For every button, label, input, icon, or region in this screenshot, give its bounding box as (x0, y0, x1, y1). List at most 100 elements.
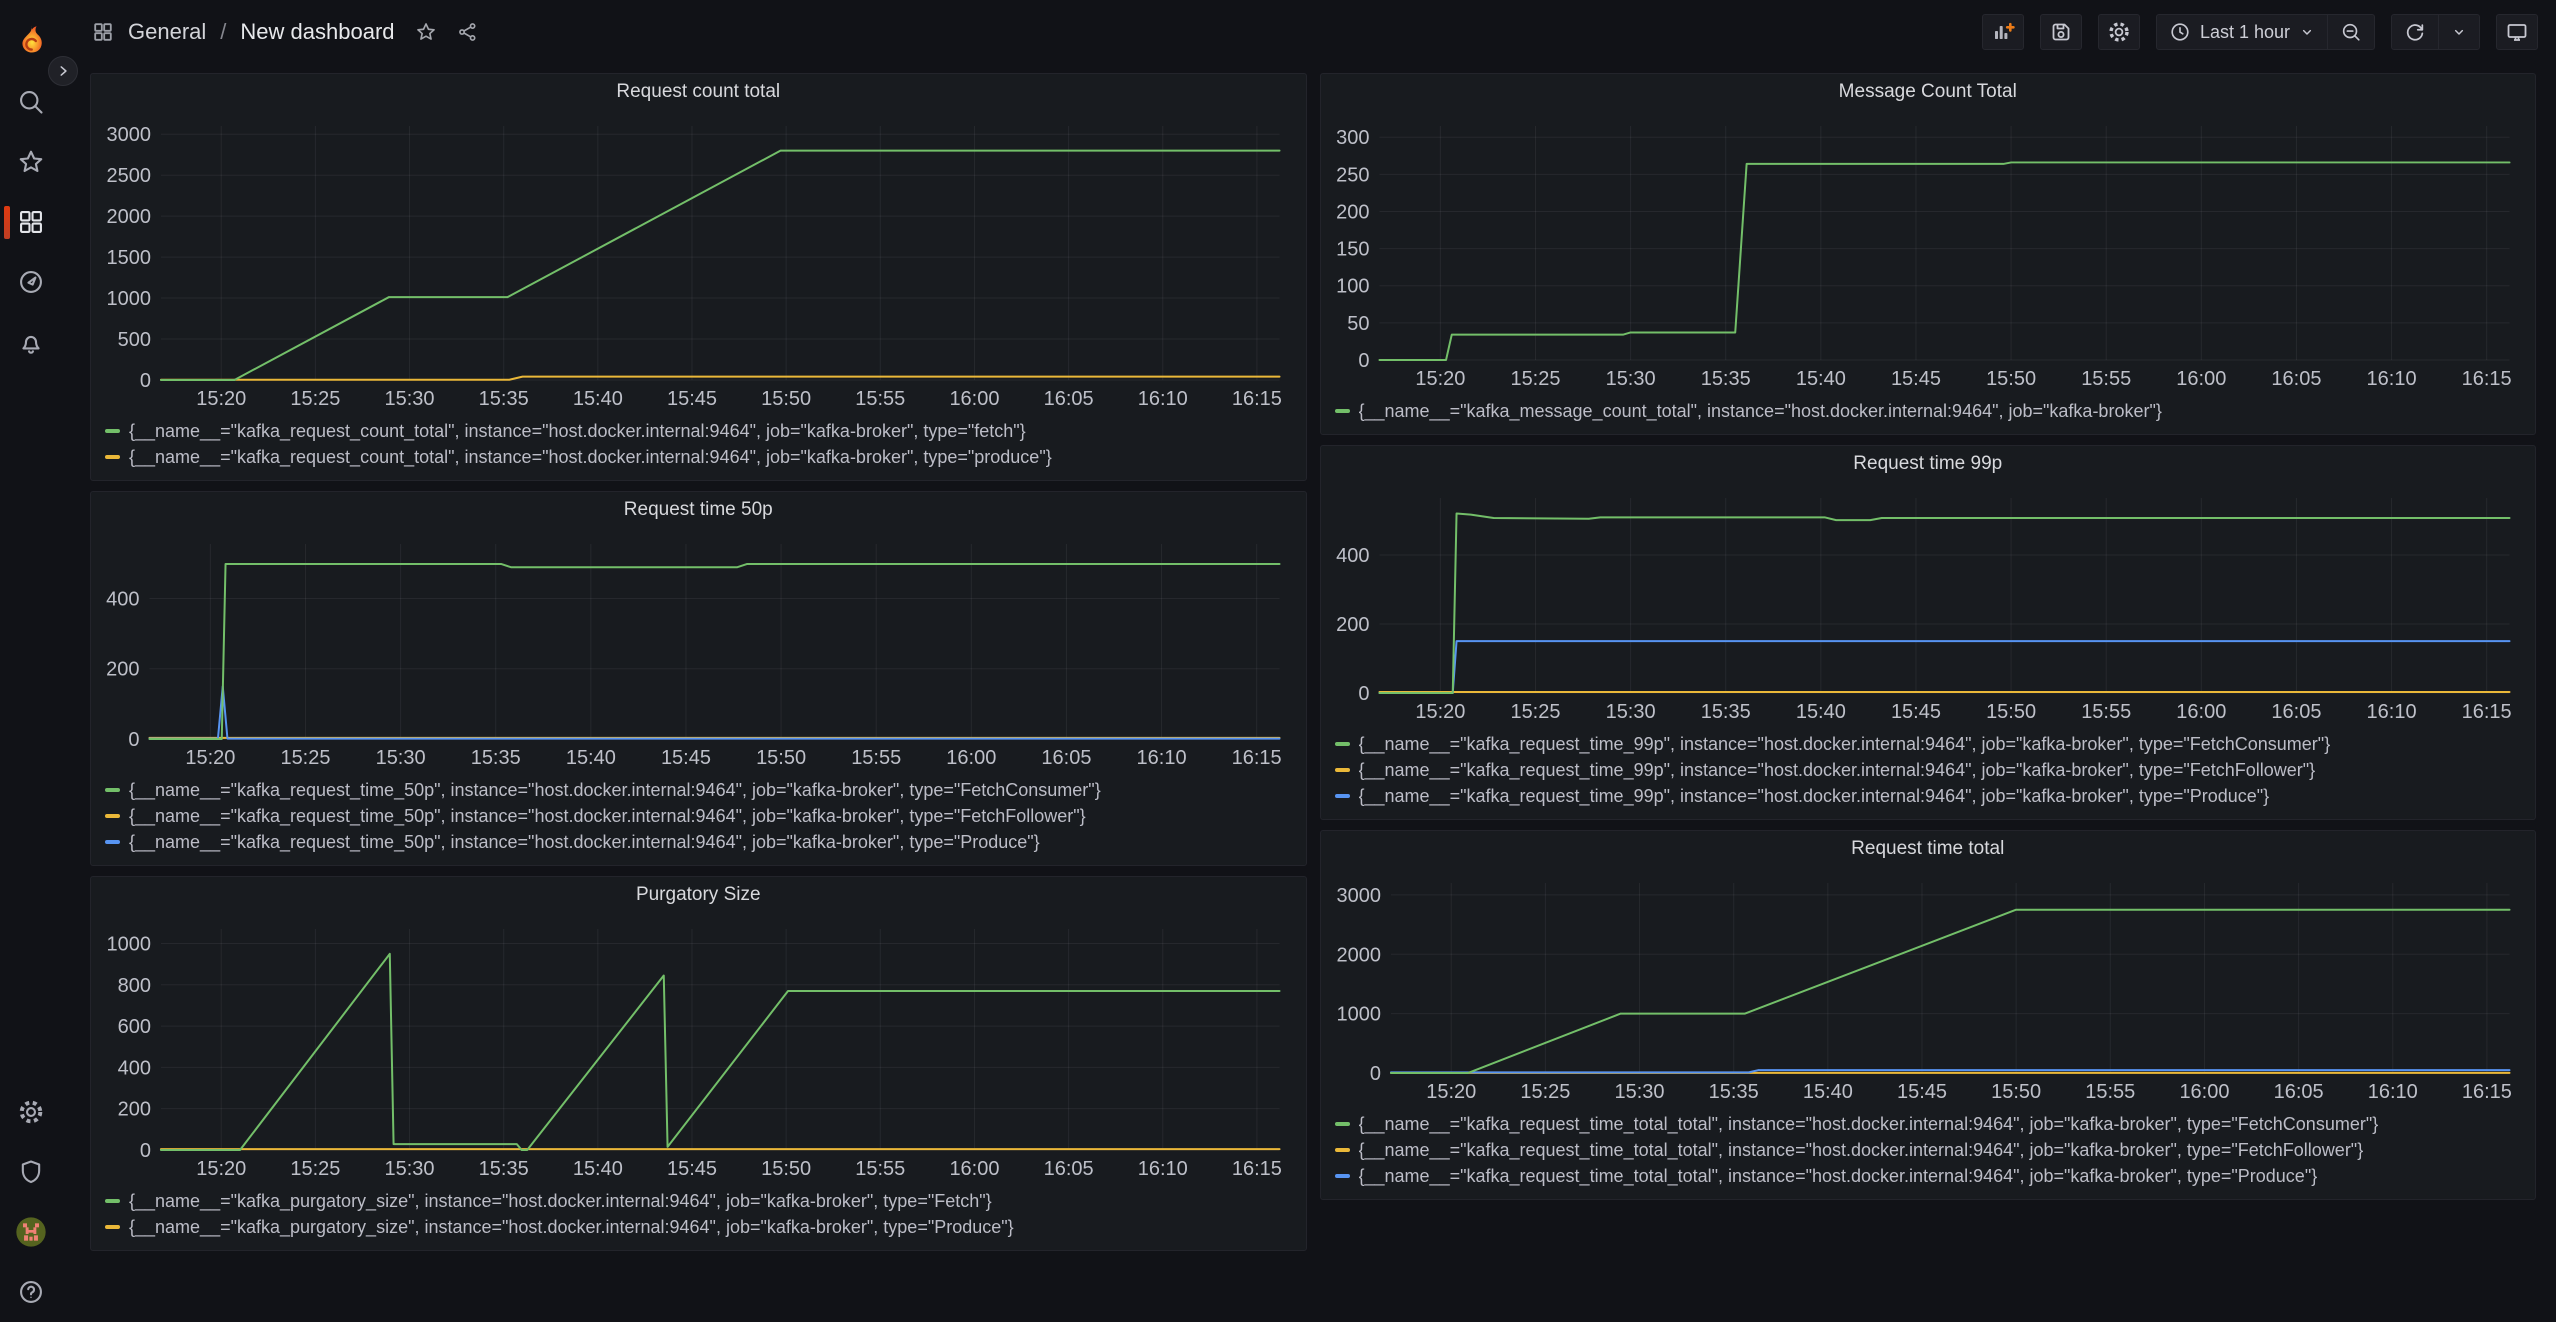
svg-text:200: 200 (1336, 201, 1369, 223)
legend-item[interactable]: {__name__="kafka_request_time_99p", inst… (1335, 731, 2526, 757)
legend-label: {__name__="kafka_request_time_99p", inst… (1359, 760, 2316, 781)
legend-swatch (105, 455, 120, 459)
zoom-out-time-button[interactable] (2328, 15, 2374, 49)
svg-text:600: 600 (118, 1016, 151, 1038)
legend: {__name__="kafka_message_count_total", i… (1321, 396, 2536, 434)
legend-swatch (1335, 742, 1350, 746)
svg-text:400: 400 (106, 588, 139, 610)
svg-text:0: 0 (140, 1140, 151, 1162)
svg-text:15:50: 15:50 (1991, 1081, 2041, 1103)
help-icon (17, 1278, 45, 1306)
sidebar-item-dashboards[interactable] (0, 192, 62, 252)
breadcrumb-folder[interactable]: General (128, 19, 206, 45)
legend-item[interactable]: {__name__="kafka_request_count_total", i… (105, 418, 1296, 444)
legend-label: {__name__="kafka_request_count_total", i… (129, 421, 1026, 442)
legend-item[interactable]: {__name__="kafka_request_time_99p", inst… (1335, 783, 2526, 809)
sidebar-item-explore[interactable] (0, 252, 62, 312)
sidebar-expand-button[interactable] (48, 56, 78, 86)
legend-item[interactable]: {__name__="kafka_request_time_total_tota… (1335, 1163, 2526, 1189)
svg-text:15:25: 15:25 (1510, 368, 1560, 390)
svg-text:15:20: 15:20 (196, 1158, 246, 1180)
add-panel-icon (1991, 20, 2015, 44)
share-icon (457, 21, 479, 43)
legend-item[interactable]: {__name__="kafka_request_time_total_tota… (1335, 1111, 2526, 1137)
sidebar-item-starred[interactable] (0, 132, 62, 192)
svg-text:16:05: 16:05 (1041, 747, 1091, 769)
breadcrumb: General / New dashboard (92, 19, 479, 45)
star-dashboard-button[interactable] (415, 21, 437, 43)
svg-text:15:40: 15:40 (573, 388, 623, 410)
legend-swatch (1335, 409, 1350, 413)
time-range-button[interactable]: Last 1 hour (2157, 15, 2327, 49)
chart-area: 15:2015:2515:3015:3515:4015:4515:5015:55… (91, 913, 1306, 1186)
cycle-view-mode-button[interactable] (2496, 14, 2538, 50)
tv-kiosk-icon (2505, 20, 2529, 44)
svg-text:0: 0 (1358, 350, 1369, 372)
legend-label: {__name__="kafka_request_time_50p", inst… (129, 806, 1086, 827)
svg-text:15:25: 15:25 (290, 388, 340, 410)
panel-title[interactable]: Request time 99p (1321, 446, 2536, 482)
svg-text:15:30: 15:30 (1605, 701, 1655, 723)
legend-item[interactable]: {__name__="kafka_purgatory_size", instan… (105, 1214, 1296, 1240)
svg-text:15:55: 15:55 (2081, 701, 2131, 723)
svg-text:3000: 3000 (107, 124, 151, 146)
sidebar-item-server-admin[interactable] (0, 1142, 62, 1202)
svg-text:16:10: 16:10 (2366, 701, 2416, 723)
svg-text:15:40: 15:40 (1802, 1081, 1852, 1103)
legend: {__name__="kafka_request_count_total", i… (91, 416, 1306, 480)
svg-text:16:15: 16:15 (1232, 747, 1282, 769)
sidebar-item-configuration[interactable] (0, 1082, 62, 1142)
legend-item[interactable]: {__name__="kafka_request_time_50p", inst… (105, 803, 1296, 829)
legend: {__name__="kafka_purgatory_size", instan… (91, 1186, 1306, 1250)
time-picker-group: Last 1 hour (2156, 14, 2375, 50)
legend-item[interactable]: {__name__="kafka_purgatory_size", instan… (105, 1188, 1296, 1214)
user-avatar (15, 1216, 47, 1248)
sidebar-item-profile[interactable] (0, 1202, 62, 1262)
legend-label: {__name__="kafka_request_time_50p", inst… (129, 780, 1101, 801)
legend-item[interactable]: {__name__="kafka_request_time_50p", inst… (105, 829, 1296, 855)
svg-text:16:05: 16:05 (1044, 1158, 1094, 1180)
svg-text:800: 800 (118, 975, 151, 997)
gear-icon (2107, 20, 2131, 44)
svg-text:1500: 1500 (107, 247, 151, 269)
legend-item[interactable]: {__name__="kafka_request_time_50p", inst… (105, 777, 1296, 803)
chart-message-count-total: 15:2015:2515:3015:3515:4015:4515:5015:55… (1327, 110, 2530, 396)
legend: {__name__="kafka_request_time_99p", inst… (1321, 729, 2536, 819)
panel-title[interactable]: Request time 50p (91, 492, 1306, 528)
refresh-interval-button[interactable] (2439, 15, 2479, 49)
dashboard-col-right: Message Count Total15:2015:2515:3015:351… (1320, 73, 2537, 1200)
svg-text:0: 0 (1369, 1063, 1380, 1085)
refresh-dashboard-button[interactable] (2392, 15, 2438, 49)
svg-text:300: 300 (1336, 127, 1369, 149)
panel-title[interactable]: Request time total (1321, 831, 2536, 867)
legend-item[interactable]: {__name__="kafka_request_count_total", i… (105, 444, 1296, 470)
legend-item[interactable]: {__name__="kafka_message_count_total", i… (1335, 398, 2526, 424)
legend-item[interactable]: {__name__="kafka_request_time_99p", inst… (1335, 757, 2526, 783)
legend-label: {__name__="kafka_request_time_total_tota… (1359, 1140, 2364, 1161)
svg-text:2000: 2000 (107, 206, 151, 228)
bell-alerting-icon (17, 328, 45, 356)
svg-text:16:15: 16:15 (2461, 368, 2511, 390)
share-dashboard-button[interactable] (457, 21, 479, 43)
panel-request-time-50p: Request time 50p15:2015:2515:3015:3515:4… (90, 491, 1307, 866)
add-panel-button[interactable] (1982, 14, 2024, 50)
save-dashboard-button[interactable] (2040, 14, 2082, 50)
legend-item[interactable]: {__name__="kafka_request_time_total_tota… (1335, 1137, 2526, 1163)
svg-text:15:55: 15:55 (855, 388, 905, 410)
sidebar-item-alerting[interactable] (0, 312, 62, 372)
svg-text:15:20: 15:20 (185, 747, 235, 769)
svg-text:16:10: 16:10 (1137, 747, 1187, 769)
svg-text:16:15: 16:15 (1232, 388, 1282, 410)
sidebar-item-help[interactable] (0, 1262, 62, 1322)
breadcrumb-dashboard-title: New dashboard (240, 19, 394, 45)
svg-text:16:15: 16:15 (2461, 1081, 2511, 1103)
legend-label: {__name__="kafka_request_time_total_tota… (1359, 1166, 2318, 1187)
panel-title[interactable]: Purgatory Size (91, 877, 1306, 913)
svg-text:100: 100 (1336, 276, 1369, 298)
chart-request-time-50p: 15:2015:2515:3015:3515:4015:4515:5015:55… (97, 528, 1300, 775)
panel-title[interactable]: Message Count Total (1321, 74, 2536, 110)
panel-title[interactable]: Request count total (91, 74, 1306, 110)
svg-text:0: 0 (140, 370, 151, 392)
svg-text:16:10: 16:10 (2367, 1081, 2417, 1103)
dashboard-settings-button[interactable] (2098, 14, 2140, 50)
